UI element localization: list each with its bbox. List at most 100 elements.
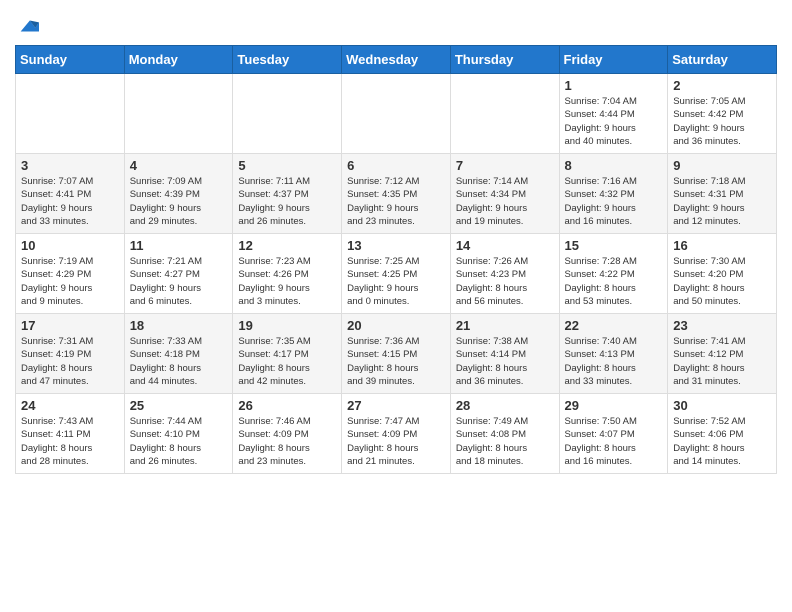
calendar-cell: 11 Sunrise: 7:21 AM Sunset: 4:27 PM Dayli…	[124, 234, 233, 314]
day-number: 8	[565, 158, 663, 173]
day-info: Sunrise: 7:41 AM Sunset: 4:12 PM Dayligh…	[673, 335, 771, 388]
day-number: 20	[347, 318, 445, 333]
calendar-cell	[342, 74, 451, 154]
day-info: Sunrise: 7:25 AM Sunset: 4:25 PM Dayligh…	[347, 255, 445, 308]
day-number: 26	[238, 398, 336, 413]
calendar-cell: 4 Sunrise: 7:09 AM Sunset: 4:39 PM Daylig…	[124, 154, 233, 234]
calendar-cell: 24 Sunrise: 7:43 AM Sunset: 4:11 PM Dayli…	[16, 394, 125, 474]
day-number: 7	[456, 158, 554, 173]
day-info: Sunrise: 7:33 AM Sunset: 4:18 PM Dayligh…	[130, 335, 228, 388]
day-info: Sunrise: 7:21 AM Sunset: 4:27 PM Dayligh…	[130, 255, 228, 308]
calendar-cell: 29 Sunrise: 7:50 AM Sunset: 4:07 PM Dayli…	[559, 394, 668, 474]
calendar-cell: 25Sunrise: 7:44 AM Sunset: 4:10 PM Dayli…	[124, 394, 233, 474]
day-info: Sunrise: 7:12 AM Sunset: 4:35 PM Dayligh…	[347, 175, 445, 228]
day-number: 9	[673, 158, 771, 173]
calendar-cell: 28 Sunrise: 7:49 AM Sunset: 4:08 PM Dayli…	[450, 394, 559, 474]
calendar-cell: 13 Sunrise: 7:25 AM Sunset: 4:25 PM Dayli…	[342, 234, 451, 314]
day-info: Sunrise: 7:31 AM Sunset: 4:19 PM Dayligh…	[21, 335, 119, 388]
weekday-header-monday: Monday	[124, 46, 233, 74]
calendar-cell: 22 Sunrise: 7:40 AM Sunset: 4:13 PM Dayli…	[559, 314, 668, 394]
week-row-1: 1 Sunrise: 7:04 AM Sunset: 4:44 PM Daylig…	[16, 74, 777, 154]
week-row-2: 3Sunrise: 7:07 AM Sunset: 4:41 PM Daylig…	[16, 154, 777, 234]
calendar-cell: 26 Sunrise: 7:46 AM Sunset: 4:09 PM Dayli…	[233, 394, 342, 474]
day-info: Sunrise: 7:49 AM Sunset: 4:08 PM Dayligh…	[456, 415, 554, 468]
day-info: Sunrise: 7:43 AM Sunset: 4:11 PM Dayligh…	[21, 415, 119, 468]
calendar-cell	[233, 74, 342, 154]
calendar-cell: 15 Sunrise: 7:28 AM Sunset: 4:22 PM Dayli…	[559, 234, 668, 314]
weekday-header-sunday: Sunday	[16, 46, 125, 74]
day-number: 15	[565, 238, 663, 253]
calendar-cell: 10Sunrise: 7:19 AM Sunset: 4:29 PM Dayli…	[16, 234, 125, 314]
day-number: 14	[456, 238, 554, 253]
calendar-cell: 20 Sunrise: 7:36 AM Sunset: 4:15 PM Dayli…	[342, 314, 451, 394]
week-row-5: 24 Sunrise: 7:43 AM Sunset: 4:11 PM Dayli…	[16, 394, 777, 474]
calendar-cell: 1 Sunrise: 7:04 AM Sunset: 4:44 PM Daylig…	[559, 74, 668, 154]
weekday-header-friday: Friday	[559, 46, 668, 74]
calendar-cell: 18 Sunrise: 7:33 AM Sunset: 4:18 PM Dayli…	[124, 314, 233, 394]
week-row-4: 17 Sunrise: 7:31 AM Sunset: 4:19 PM Dayli…	[16, 314, 777, 394]
day-number: 2	[673, 78, 771, 93]
day-number: 5	[238, 158, 336, 173]
calendar-cell: 8 Sunrise: 7:16 AM Sunset: 4:32 PM Daylig…	[559, 154, 668, 234]
weekday-header-saturday: Saturday	[668, 46, 777, 74]
calendar-cell: 12 Sunrise: 7:23 AM Sunset: 4:26 PM Dayli…	[233, 234, 342, 314]
weekday-header-wednesday: Wednesday	[342, 46, 451, 74]
day-number: 29	[565, 398, 663, 413]
day-info: Sunrise: 7:40 AM Sunset: 4:13 PM Dayligh…	[565, 335, 663, 388]
logo-icon	[17, 15, 39, 37]
day-number: 25	[130, 398, 228, 413]
calendar-cell: 17 Sunrise: 7:31 AM Sunset: 4:19 PM Dayli…	[16, 314, 125, 394]
day-number: 16	[673, 238, 771, 253]
day-info: Sunrise: 7:09 AM Sunset: 4:39 PM Dayligh…	[130, 175, 228, 228]
day-number: 4	[130, 158, 228, 173]
day-info: Sunrise: 7:16 AM Sunset: 4:32 PM Dayligh…	[565, 175, 663, 228]
day-number: 22	[565, 318, 663, 333]
calendar-cell	[16, 74, 125, 154]
day-number: 27	[347, 398, 445, 413]
calendar-cell	[450, 74, 559, 154]
day-number: 18	[130, 318, 228, 333]
day-info: Sunrise: 7:14 AM Sunset: 4:34 PM Dayligh…	[456, 175, 554, 228]
day-number: 12	[238, 238, 336, 253]
day-number: 6	[347, 158, 445, 173]
day-info: Sunrise: 7:36 AM Sunset: 4:15 PM Dayligh…	[347, 335, 445, 388]
day-info: Sunrise: 7:11 AM Sunset: 4:37 PM Dayligh…	[238, 175, 336, 228]
day-info: Sunrise: 7:46 AM Sunset: 4:09 PM Dayligh…	[238, 415, 336, 468]
day-number: 24	[21, 398, 119, 413]
day-number: 21	[456, 318, 554, 333]
day-number: 17	[21, 318, 119, 333]
day-info: Sunrise: 7:26 AM Sunset: 4:23 PM Dayligh…	[456, 255, 554, 308]
day-info: Sunrise: 7:50 AM Sunset: 4:07 PM Dayligh…	[565, 415, 663, 468]
calendar-cell: 14 Sunrise: 7:26 AM Sunset: 4:23 PM Dayli…	[450, 234, 559, 314]
day-info: Sunrise: 7:28 AM Sunset: 4:22 PM Dayligh…	[565, 255, 663, 308]
day-number: 10	[21, 238, 119, 253]
calendar-cell: 19 Sunrise: 7:35 AM Sunset: 4:17 PM Dayli…	[233, 314, 342, 394]
day-info: Sunrise: 7:47 AM Sunset: 4:09 PM Dayligh…	[347, 415, 445, 468]
day-number: 1	[565, 78, 663, 93]
calendar-cell: 6 Sunrise: 7:12 AM Sunset: 4:35 PM Daylig…	[342, 154, 451, 234]
day-info: Sunrise: 7:04 AM Sunset: 4:44 PM Dayligh…	[565, 95, 663, 148]
calendar-cell: 16Sunrise: 7:30 AM Sunset: 4:20 PM Dayli…	[668, 234, 777, 314]
day-number: 30	[673, 398, 771, 413]
day-info: Sunrise: 7:52 AM Sunset: 4:06 PM Dayligh…	[673, 415, 771, 468]
calendar-cell: 3Sunrise: 7:07 AM Sunset: 4:41 PM Daylig…	[16, 154, 125, 234]
header	[15, 10, 777, 37]
day-number: 13	[347, 238, 445, 253]
day-info: Sunrise: 7:05 AM Sunset: 4:42 PM Dayligh…	[673, 95, 771, 148]
weekday-header-thursday: Thursday	[450, 46, 559, 74]
week-row-3: 10Sunrise: 7:19 AM Sunset: 4:29 PM Dayli…	[16, 234, 777, 314]
calendar-cell: 5 Sunrise: 7:11 AM Sunset: 4:37 PM Daylig…	[233, 154, 342, 234]
calendar-cell: 7 Sunrise: 7:14 AM Sunset: 4:34 PM Daylig…	[450, 154, 559, 234]
calendar-cell: 30 Sunrise: 7:52 AM Sunset: 4:06 PM Dayli…	[668, 394, 777, 474]
calendar-cell: 2 Sunrise: 7:05 AM Sunset: 4:42 PM Daylig…	[668, 74, 777, 154]
day-info: Sunrise: 7:18 AM Sunset: 4:31 PM Dayligh…	[673, 175, 771, 228]
day-info: Sunrise: 7:35 AM Sunset: 4:17 PM Dayligh…	[238, 335, 336, 388]
calendar-cell	[124, 74, 233, 154]
day-number: 23	[673, 318, 771, 333]
day-info: Sunrise: 7:23 AM Sunset: 4:26 PM Dayligh…	[238, 255, 336, 308]
day-number: 11	[130, 238, 228, 253]
day-number: 28	[456, 398, 554, 413]
day-number: 19	[238, 318, 336, 333]
calendar-cell: 9 Sunrise: 7:18 AM Sunset: 4:31 PM Daylig…	[668, 154, 777, 234]
logo	[15, 15, 39, 37]
